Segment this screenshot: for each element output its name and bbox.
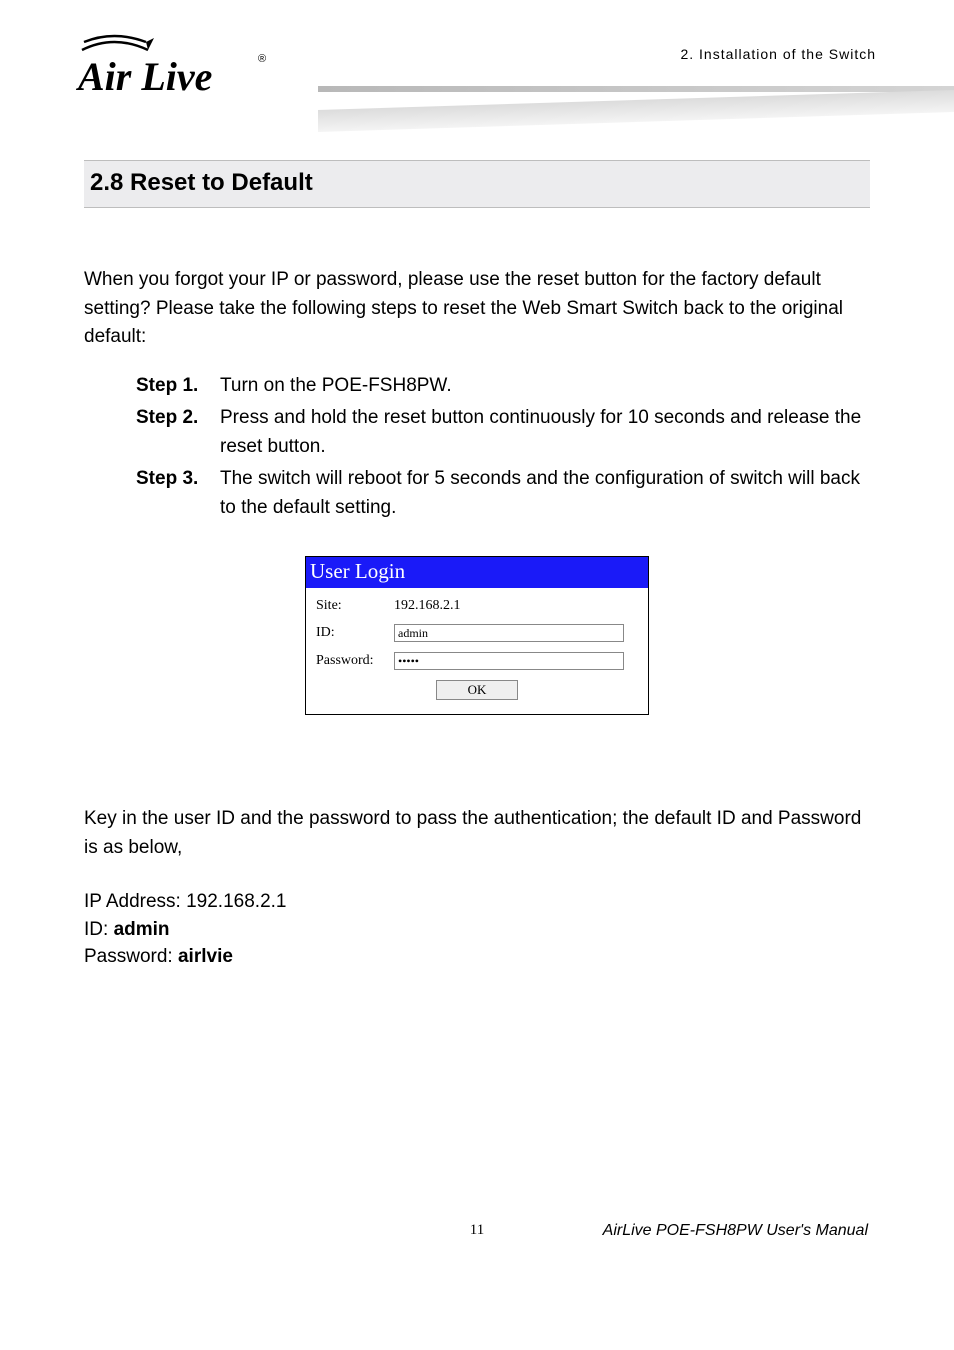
id-input[interactable] bbox=[394, 624, 624, 642]
ip-value: 192.168.2.1 bbox=[186, 891, 286, 912]
step-label: Step 3. bbox=[136, 465, 220, 522]
id-label-text: ID: bbox=[84, 919, 114, 940]
password-label: Password: bbox=[316, 653, 394, 669]
credentials-block: IP Address: 192.168.2.1 ID: admin Passwo… bbox=[84, 888, 870, 971]
svg-text:Air Live: Air Live bbox=[75, 54, 212, 99]
step-2: Step 2. Press and hold the reset button … bbox=[136, 404, 870, 461]
ip-label: IP Address: bbox=[84, 891, 186, 912]
breadcrumb: 2. Installation of the Switch bbox=[680, 46, 876, 62]
id-row: ID: bbox=[316, 624, 638, 642]
step-text: Press and hold the reset button continuo… bbox=[220, 404, 870, 461]
login-title: User Login bbox=[306, 557, 648, 588]
pw-line: Password: airlvie bbox=[84, 943, 870, 971]
site-row: Site: 192.168.2.1 bbox=[316, 598, 638, 614]
site-label: Site: bbox=[316, 598, 394, 614]
password-input[interactable] bbox=[394, 652, 624, 670]
airlive-logo: Air Live ® bbox=[74, 28, 274, 102]
site-value: 192.168.2.1 bbox=[394, 598, 461, 614]
step-label: Step 2. bbox=[136, 404, 220, 461]
id-label: ID: bbox=[316, 625, 394, 641]
pw-value-text: airlvie bbox=[178, 946, 233, 967]
step-text: Turn on the POE-FSH8PW. bbox=[220, 372, 870, 401]
pw-label-text: Password: bbox=[84, 946, 178, 967]
page-header: Air Live ® 2. Installation of the Switch bbox=[0, 0, 954, 135]
password-row: Password: bbox=[316, 652, 638, 670]
section-heading: 2.8 Reset to Default bbox=[84, 160, 870, 208]
step-3: Step 3. The switch will reboot for 5 sec… bbox=[136, 465, 870, 522]
step-label: Step 1. bbox=[136, 372, 220, 401]
page-content: 2.8 Reset to Default When you forgot you… bbox=[84, 160, 870, 971]
ok-button[interactable]: OK bbox=[436, 680, 518, 700]
steps-list: Step 1. Turn on the POE-FSH8PW. Step 2. … bbox=[136, 372, 870, 523]
manual-name: AirLive POE-FSH8PW User's Manual bbox=[603, 1222, 868, 1240]
credentials-intro: Key in the user ID and the password to p… bbox=[84, 805, 870, 862]
ip-line: IP Address: 192.168.2.1 bbox=[84, 888, 870, 916]
step-1: Step 1. Turn on the POE-FSH8PW. bbox=[136, 372, 870, 401]
intro-paragraph: When you forgot your IP or password, ple… bbox=[84, 266, 870, 352]
id-line: ID: admin bbox=[84, 916, 870, 944]
step-text: The switch will reboot for 5 seconds and… bbox=[220, 465, 870, 522]
header-divider bbox=[318, 86, 954, 132]
user-login-box: User Login Site: 192.168.2.1 ID: Passwor… bbox=[305, 556, 649, 715]
id-value-text: admin bbox=[114, 919, 170, 940]
svg-text:®: ® bbox=[258, 53, 266, 65]
